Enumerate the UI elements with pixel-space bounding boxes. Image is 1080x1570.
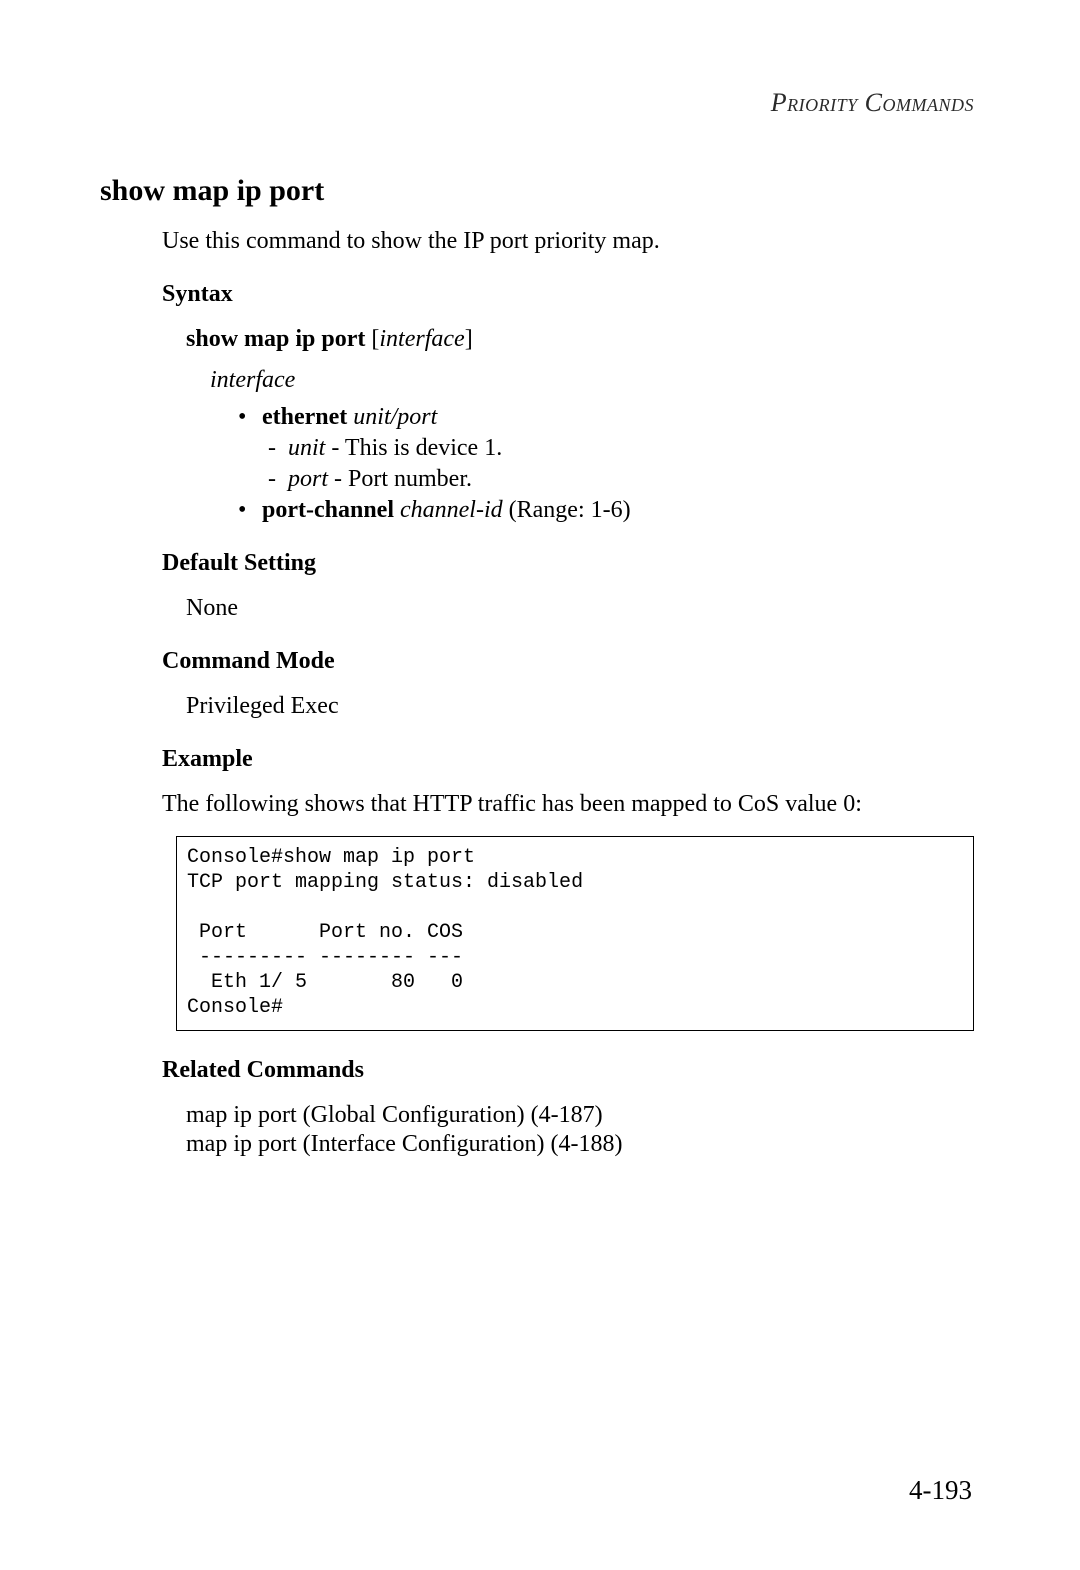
ethernet-param: unit/port — [353, 404, 437, 430]
bullet-icon: • — [238, 497, 256, 524]
dash-icon: - — [268, 435, 288, 461]
unit-desc: - This is device 1. — [325, 435, 502, 461]
portchannel-option: • port-channel channel-id (Range: 1-6) — [238, 497, 980, 524]
example-heading: Example — [162, 746, 980, 773]
related-line-2: map ip port (Interface Configuration) (4… — [186, 1131, 980, 1158]
command-mode-value: Privileged Exec — [186, 693, 980, 720]
syntax-command: show map ip port — [186, 326, 365, 352]
related-commands-heading: Related Commands — [162, 1057, 980, 1084]
portchannel-keyword: port-channel — [262, 497, 394, 523]
example-description: The following shows that HTTP traffic ha… — [162, 791, 980, 818]
default-setting-heading: Default Setting — [162, 550, 980, 577]
portchannel-param: channel-id — [400, 497, 503, 523]
ethernet-option: • ethernet unit/port — [238, 404, 980, 431]
page: Priority Commands show map ip port Use t… — [0, 0, 1080, 1570]
page-number: 4-193 — [909, 1475, 972, 1506]
port-desc: - Port number. — [328, 466, 472, 492]
command-mode-heading: Command Mode — [162, 648, 980, 675]
unit-name: unit — [288, 435, 325, 461]
syntax-param: interface — [379, 326, 464, 352]
unit-line: - unit - This is device 1. — [268, 435, 980, 462]
ethernet-keyword: ethernet — [262, 404, 347, 430]
running-header: Priority Commands — [100, 88, 974, 118]
interface-label: interface — [210, 367, 980, 394]
dash-icon: - — [268, 466, 288, 492]
command-description: Use this command to show the IP port pri… — [162, 228, 980, 255]
example-code-block: Console#show map ip port TCP port mappin… — [176, 836, 974, 1031]
syntax-line: show map ip port [interface] — [186, 326, 980, 353]
port-name: port — [288, 466, 328, 492]
portchannel-range: (Range: 1-6) — [503, 497, 631, 523]
bullet-icon: • — [238, 404, 256, 431]
command-title: show map ip port — [100, 174, 980, 208]
syntax-bracket-close: ] — [465, 326, 473, 352]
port-line: - port - Port number. — [268, 466, 980, 493]
default-setting-value: None — [186, 595, 980, 622]
syntax-heading: Syntax — [162, 281, 980, 308]
related-line-1: map ip port (Global Configuration) (4-18… — [186, 1102, 980, 1129]
interface-options: • ethernet unit/port - unit - This is de… — [238, 404, 980, 524]
